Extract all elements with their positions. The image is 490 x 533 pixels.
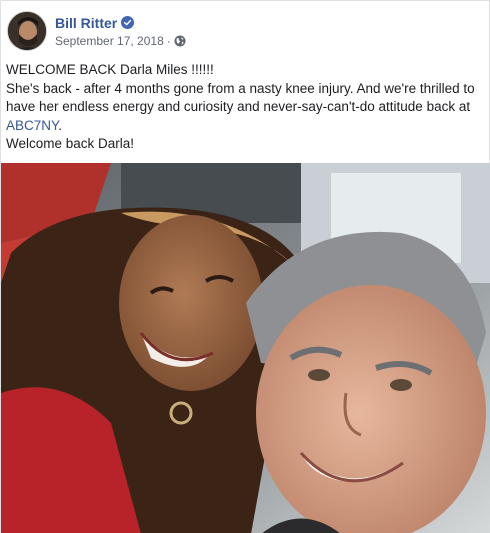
author-avatar[interactable] bbox=[7, 11, 47, 51]
verified-badge-icon bbox=[121, 16, 135, 29]
post-photo[interactable] bbox=[1, 163, 490, 533]
post-date-row: September 17, 2018 · bbox=[55, 34, 186, 48]
author-name[interactable]: Bill Ritter bbox=[55, 15, 117, 31]
post-text-line-1: WELCOME BACK Darla Miles !!!!!! bbox=[6, 62, 214, 77]
hashtag-link[interactable]: ABC7NY bbox=[6, 118, 58, 133]
globe-icon[interactable] bbox=[174, 35, 186, 47]
avatar-image bbox=[8, 12, 46, 50]
post-text-line-2-body: She's back - after 4 months gone from a … bbox=[6, 80, 475, 115]
post-text: WELCOME BACK Darla Miles !!!!!! She's ba… bbox=[6, 61, 486, 154]
post-timestamp[interactable]: September 17, 2018 bbox=[55, 34, 164, 48]
meta-separator: · bbox=[166, 33, 171, 48]
author-row: Bill Ritter bbox=[55, 15, 186, 31]
facebook-post: Bill Ritter September 17, 2018 · WELCOME… bbox=[0, 0, 490, 533]
post-header: Bill Ritter September 17, 2018 · bbox=[7, 9, 186, 53]
post-text-line-2: She's back - after 4 months gone from a … bbox=[6, 80, 486, 136]
post-meta: Bill Ritter September 17, 2018 · bbox=[55, 15, 186, 48]
post-text-line-2-end: . bbox=[58, 117, 63, 133]
selfie-photo bbox=[1, 163, 490, 533]
post-text-line-3: Welcome back Darla! bbox=[6, 136, 135, 151]
